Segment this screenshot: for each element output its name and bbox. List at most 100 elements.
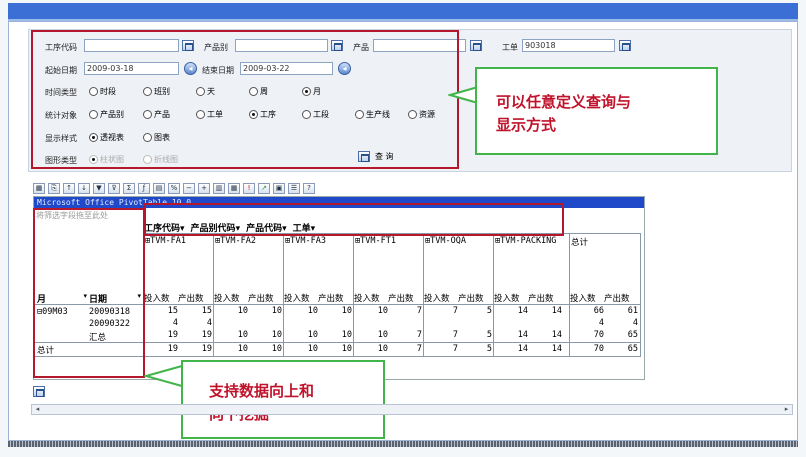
workorder-picker-icon[interactable] <box>619 40 631 51</box>
data-cell: 65 <box>627 344 638 354</box>
data-cell: 14 <box>517 306 528 316</box>
data-cell: 19 <box>167 344 178 354</box>
data-cell: 4 <box>632 318 638 328</box>
data-cell: 14 <box>551 344 562 354</box>
data-cell: 10 <box>307 306 318 316</box>
product-picker-icon[interactable] <box>470 40 482 51</box>
measure-header: 投入数 <box>424 294 450 304</box>
data-cell: 14 <box>551 330 562 340</box>
query-settings-highlight <box>31 30 459 169</box>
callout-top-text: 可以任意定义查询与 显示方式 <box>496 93 632 134</box>
data-cell: 10 <box>237 344 248 354</box>
group-header-fa2[interactable]: ⊞TVM-FA2 <box>215 236 256 246</box>
hide-details-icon[interactable]: ▥ <box>213 182 225 194</box>
group-header-packing[interactable]: ⊞TVM-PACKING <box>495 236 567 246</box>
data-cell: 10 <box>377 344 388 354</box>
group-header-oqa[interactable]: ⊞TVM-OQA <box>425 236 466 246</box>
data-cell: 14 <box>551 306 562 316</box>
pivot-data-area: 15 15 10 10 10 10 10 7 7 5 14 14 66 61 4 4 4 4 19 19 10 10 10 1… <box>144 306 640 356</box>
measure-header: 投入数 <box>214 294 240 304</box>
measure-header-row: 投入数 产出数 投入数 产出数 投入数 产出数 投入数 产出数 投入数 产出数 投入数 产出数 投入数产… <box>144 292 640 304</box>
measure-header: 投入数 <box>144 294 170 304</box>
data-cell: 14 <box>517 330 528 340</box>
data-cell: 19 <box>201 344 212 354</box>
measure-header: 产出数 <box>528 294 554 304</box>
field-list-icon[interactable]: ☰ <box>288 182 300 194</box>
measure-header: 投入数 <box>354 294 380 304</box>
data-cell: 4 <box>598 318 604 328</box>
measure-header: 产出数 <box>178 294 204 304</box>
filter-icon[interactable]: ⊽ <box>108 182 120 194</box>
data-cell: 7 <box>452 306 458 316</box>
autofilter-icon[interactable]: ▼ <box>93 182 105 194</box>
subtotal-icon[interactable]: ▤ <box>153 182 165 194</box>
data-cell: 7 <box>416 344 422 354</box>
measure-header: 产出数 <box>318 294 344 304</box>
help-icon[interactable]: ? <box>303 182 315 194</box>
data-cell: 4 <box>206 318 212 328</box>
data-cell: 70 <box>593 344 604 354</box>
grid-line <box>640 233 641 357</box>
percent-icon[interactable]: % <box>168 182 180 194</box>
measure-header: 投入数 <box>284 294 310 304</box>
data-cell: 5 <box>486 306 492 316</box>
sheet-icon[interactable] <box>33 386 45 397</box>
sum-icon[interactable]: Σ <box>123 182 135 194</box>
callout-bottom-arrow-icon <box>144 364 183 388</box>
measure-header: 产出数 <box>604 294 630 304</box>
data-cell: 10 <box>341 306 352 316</box>
pivot-toolbar: ▦ ⎘ ↑ ↓ ▼ ⊽ Σ ƒ ▤ % − + ▥ ▦ ! ↗ ▣ ☰ ? <box>33 181 681 195</box>
workorder-input[interactable]: 903018 <box>522 39 615 52</box>
sort-asc-icon[interactable]: ↑ <box>63 182 75 194</box>
sort-desc-icon[interactable]: ↓ <box>78 182 90 194</box>
refresh-icon[interactable]: ! <box>243 182 255 194</box>
group-header-fa3[interactable]: ⊞TVM-FA3 <box>285 236 326 246</box>
data-cell: 10 <box>307 344 318 354</box>
group-header-total: 总计 <box>571 238 589 248</box>
measure-header: 产出数 <box>458 294 484 304</box>
show-details-icon[interactable]: ▦ <box>228 182 240 194</box>
status-bar <box>8 441 798 447</box>
data-cell: 15 <box>201 306 212 316</box>
data-cell: 7 <box>452 330 458 340</box>
measure-header: 产出数 <box>388 294 414 304</box>
data-cell: 10 <box>377 306 388 316</box>
data-cell: 65 <box>627 330 638 340</box>
calc-field-icon[interactable]: ƒ <box>138 182 150 194</box>
data-cell: 14 <box>517 344 528 354</box>
data-cell: 15 <box>167 306 178 316</box>
window-title-bar <box>8 3 798 21</box>
workorder-label: 工单 <box>502 43 518 52</box>
horizontal-scrollbar[interactable]: ◂ ▸ <box>31 404 793 415</box>
data-cell: 7 <box>416 306 422 316</box>
data-cell: 10 <box>237 306 248 316</box>
data-cell: 10 <box>271 344 282 354</box>
office-logo-icon[interactable]: ▦ <box>33 182 45 194</box>
collapse-icon[interactable]: − <box>183 182 195 194</box>
measure-header: 产出数 <box>248 294 274 304</box>
data-cell: 7 <box>452 344 458 354</box>
data-cell: 10 <box>237 330 248 340</box>
measure-header: 投入数 <box>570 294 596 304</box>
data-cell: 10 <box>271 306 282 316</box>
column-fields-highlight <box>144 203 564 236</box>
data-cell: 4 <box>172 318 178 328</box>
data-cell: 10 <box>271 330 282 340</box>
data-cell: 10 <box>377 330 388 340</box>
data-cell: 10 <box>307 330 318 340</box>
chart-icon[interactable]: ▣ <box>273 182 285 194</box>
data-cell: 5 <box>486 330 492 340</box>
data-cell: 10 <box>341 330 352 340</box>
data-cell: 7 <box>416 330 422 340</box>
export-icon[interactable]: ↗ <box>258 182 270 194</box>
group-header-fa1[interactable]: ⊞TVM-FA1 <box>145 236 186 246</box>
measure-header: 投入数 <box>494 294 520 304</box>
data-cell: 61 <box>627 306 638 316</box>
group-header-ft1[interactable]: ⊞TVM-FT1 <box>355 236 396 246</box>
data-cell: 10 <box>341 344 352 354</box>
copy-icon[interactable]: ⎘ <box>48 182 60 194</box>
expand-icon[interactable]: + <box>198 182 210 194</box>
data-cell: 5 <box>486 344 492 354</box>
scroll-left-icon[interactable]: ◂ <box>32 405 43 414</box>
scroll-right-icon[interactable]: ▸ <box>781 405 792 414</box>
